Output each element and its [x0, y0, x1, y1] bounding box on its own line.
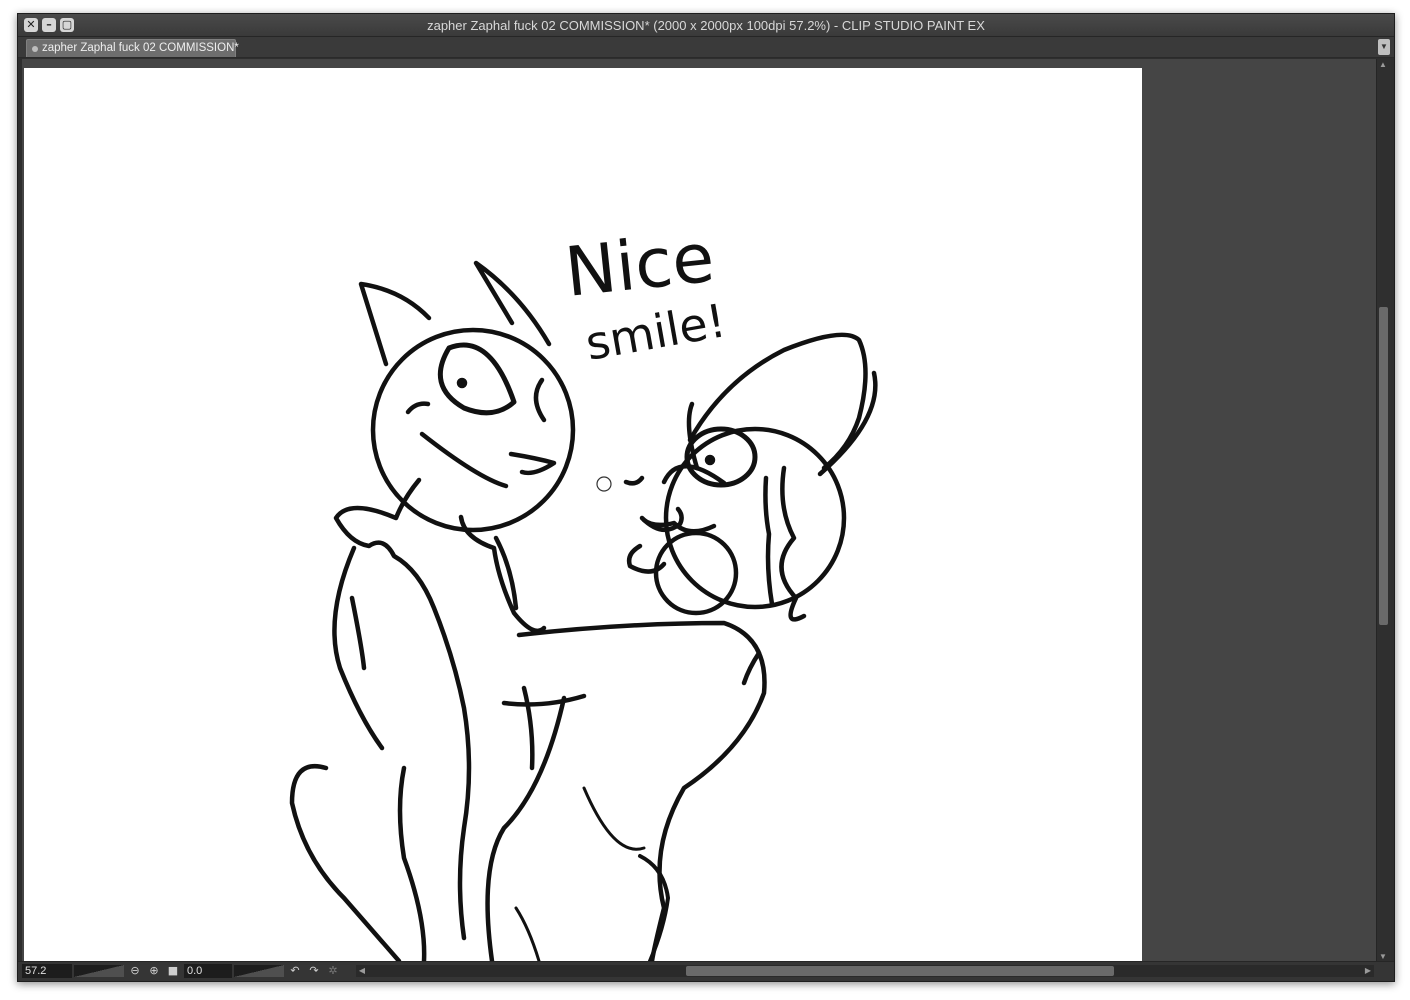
status-bar: 57.2 ⊖ ⊕ ■ 0.0 ↶ ↷ ✲ ◀ ▶ — [18, 961, 1394, 981]
rotation-angle-field[interactable]: 0.0 — [184, 964, 232, 978]
document-tab-bar: zapher Zaphal fuck 02 COMMISSION* ▼ — [18, 37, 1394, 58]
drawing-canvas[interactable]: Nice smile! — [24, 68, 1142, 961]
zoom-in-icon[interactable]: ⊕ — [147, 964, 161, 978]
vertical-scroll-thumb[interactable] — [1379, 307, 1388, 625]
zoom-level-field[interactable]: 57.2 — [22, 964, 72, 978]
fit-window-icon[interactable]: ■ — [166, 964, 180, 978]
sketch-artwork: Nice smile! — [289, 219, 878, 961]
title-bar: ✕ – ▢ zapher Zaphal fuck 02 COMMISSION* … — [18, 14, 1394, 37]
brush-cursor-icon — [596, 476, 612, 492]
rotation-slider[interactable] — [234, 965, 284, 977]
document-tab[interactable]: zapher Zaphal fuck 02 COMMISSION* — [26, 39, 239, 57]
rotate-left-icon[interactable]: ↶ — [288, 964, 302, 978]
window-title: zapher Zaphal fuck 02 COMMISSION* (2000 … — [427, 18, 985, 33]
horizontal-scroll-thumb[interactable] — [686, 966, 1114, 976]
scroll-right-icon[interactable]: ▶ — [1362, 966, 1374, 976]
scroll-up-icon[interactable]: ▲ — [1377, 60, 1389, 70]
app-window: ✕ – ▢ zapher Zaphal fuck 02 COMMISSION* … — [17, 13, 1395, 982]
zoom-out-icon[interactable]: ⊖ — [128, 964, 142, 978]
reset-rotation-icon[interactable]: ✲ — [326, 964, 340, 978]
canvas-workspace[interactable]: Nice smile! — [22, 59, 1376, 961]
zoom-slider[interactable] — [74, 965, 124, 977]
tab-list-dropdown-icon[interactable]: ▼ — [1378, 39, 1390, 55]
scroll-left-icon[interactable]: ◀ — [356, 966, 368, 976]
horizontal-scrollbar[interactable]: ◀ ▶ — [356, 965, 1374, 977]
tab-status-icon — [32, 46, 38, 52]
vertical-scrollbar[interactable]: ▲ ▼ — [1376, 59, 1391, 963]
document-tab-label: zapher Zaphal fuck 02 COMMISSION* — [42, 42, 239, 54]
rotate-right-icon[interactable]: ↷ — [307, 964, 321, 978]
